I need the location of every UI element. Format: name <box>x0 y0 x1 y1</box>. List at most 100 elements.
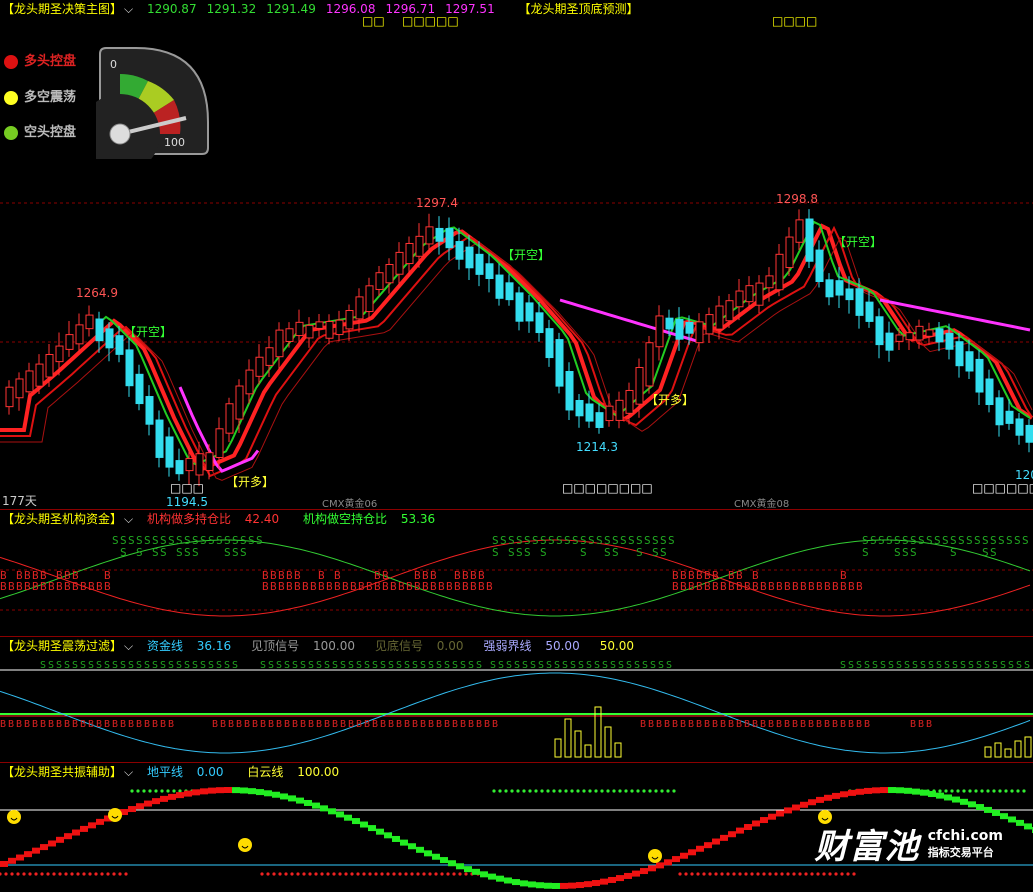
bottom-signal-b: B <box>72 719 78 730</box>
candle-body <box>575 400 584 417</box>
resonance-block <box>64 833 72 840</box>
red-dot <box>810 872 814 876</box>
chevron-down-icon[interactable]: ⌵ <box>124 765 133 779</box>
candle-body <box>385 264 394 284</box>
resonance-block <box>784 807 792 814</box>
bottom-signal-b: B <box>372 719 378 730</box>
green-dot <box>172 789 176 793</box>
green-dot <box>1010 789 1014 793</box>
red-dot <box>410 872 414 876</box>
oscillation-filter-title[interactable]: 【龙头期圣震荡过滤】 <box>2 639 122 653</box>
candle-body <box>155 419 164 458</box>
long-signal-b: B <box>350 580 357 593</box>
candle-body <box>985 378 994 406</box>
candle-body <box>885 332 894 351</box>
green-dot <box>136 789 140 793</box>
chevron-down-icon[interactable]: ⌵ <box>124 512 133 526</box>
oscillation-filter-panel[interactable]: SSSSSSSSSSSSSSSSSSSSSSSSSSSSSSSSSSSSSSSS… <box>0 637 1033 763</box>
long-signal-b: B <box>302 580 309 593</box>
red-dot <box>290 872 294 876</box>
red-dot <box>708 872 712 876</box>
candle-body <box>765 275 774 289</box>
candle-body <box>595 412 604 428</box>
resonance-aux-panel[interactable]: 【龙头期圣共振辅助】 ⌵ 地平线 0.00 白云线 100.00 财富池 cfch… <box>0 763 1033 892</box>
candle-body <box>555 339 564 387</box>
bottom-signal-b: B <box>688 719 694 730</box>
candle-body <box>305 324 314 339</box>
top-signal-s: S <box>284 660 290 671</box>
volume-bar <box>994 742 1002 758</box>
candle-body <box>285 328 294 342</box>
resonance-block <box>648 865 656 872</box>
institution-fund-panel[interactable]: SSSSSSSSSSSSSSSSSSSSSSSSSSSSSSSSSSSSSSSS… <box>0 510 1033 637</box>
resonance-aux-title[interactable]: 【龙头期圣共振辅助】 <box>2 765 122 779</box>
short-signal-s: S <box>120 546 127 559</box>
resonance-block <box>392 835 400 842</box>
main-chart-panel[interactable]: 【龙头期圣决策主图】 ⌵ 1290.87 1291.32 1291.49 1296.08… <box>0 0 1033 510</box>
bottom-signal-b: B <box>168 719 174 730</box>
bottom-signal-b: B <box>48 719 54 730</box>
green-dot <box>528 789 532 793</box>
top-signal-s: S <box>1000 660 1006 671</box>
green-dot <box>956 789 960 793</box>
candle-body <box>615 399 624 421</box>
red-dot <box>278 872 282 876</box>
short-signal-s: S <box>516 546 523 559</box>
green-dot <box>510 789 514 793</box>
bottom-signal-b: B <box>292 719 298 730</box>
red-dot <box>272 872 276 876</box>
red-dot <box>338 872 342 876</box>
top-signal-s: S <box>396 660 402 671</box>
signal-open-short-1: 【开空】 <box>124 325 173 339</box>
legend-range: 多空震荡 <box>4 86 76 105</box>
top-signal-s: S <box>176 660 182 671</box>
resonance-block <box>344 814 352 821</box>
green-dot <box>564 789 568 793</box>
candle-body <box>425 226 434 245</box>
short-ratio: 机构做空持仓比 53.36 <box>303 512 445 526</box>
resonance-block <box>960 798 968 805</box>
resonance-block <box>736 827 744 834</box>
green-dot <box>546 789 550 793</box>
candle-body <box>875 316 884 346</box>
green-dot <box>1022 789 1026 793</box>
long-signal-b: B <box>752 569 759 582</box>
resonance-block <box>160 795 168 802</box>
chevron-down-icon[interactable]: ⌵ <box>124 2 133 16</box>
candle-body <box>715 305 724 330</box>
short-signal-s: S <box>902 546 909 559</box>
red-dot <box>266 872 270 876</box>
bottom-signal-b: B <box>452 719 458 730</box>
resonance-block <box>384 832 392 839</box>
top-signal-s: S <box>594 660 600 671</box>
resonance-block <box>800 801 808 808</box>
red-dot <box>852 872 856 876</box>
resonance-block <box>304 799 312 806</box>
red-dot <box>834 872 838 876</box>
short-signal-s: S <box>580 546 587 559</box>
candle-body <box>785 236 794 269</box>
long-signal-b: B <box>64 569 71 582</box>
resonance-aux-header: 【龙头期圣共振辅助】 ⌵ 地平线 0.00 白云线 100.00 <box>2 764 359 780</box>
resonance-block <box>464 866 472 873</box>
bottom-signal-b: B <box>768 719 774 730</box>
candle-body <box>45 354 54 378</box>
red-dot <box>100 872 104 876</box>
chevron-down-icon[interactable]: ⌵ <box>124 639 133 653</box>
bottom-signal-b: B <box>704 719 710 730</box>
candle-body <box>315 321 324 329</box>
resonance-block <box>152 798 160 805</box>
long-signal-b: B <box>24 569 31 582</box>
red-dot <box>296 872 300 876</box>
resonance-block <box>528 881 536 888</box>
institution-fund-title[interactable]: 【龙头期圣机构资金】 <box>2 512 122 526</box>
main-chart-title[interactable]: 【龙头期圣决策主图】 <box>2 2 122 16</box>
green-dot <box>540 789 544 793</box>
long-signal-b: B <box>80 580 87 593</box>
top-signal-s: S <box>356 660 362 671</box>
long-ratio: 机构做多持仓比 42.40 <box>147 512 289 526</box>
filter-item-5: 50.00 <box>599 639 635 653</box>
bottom-signal-b: B <box>260 719 266 730</box>
short-signal-s: S <box>1014 534 1021 547</box>
bottom-signal-b: B <box>96 719 102 730</box>
